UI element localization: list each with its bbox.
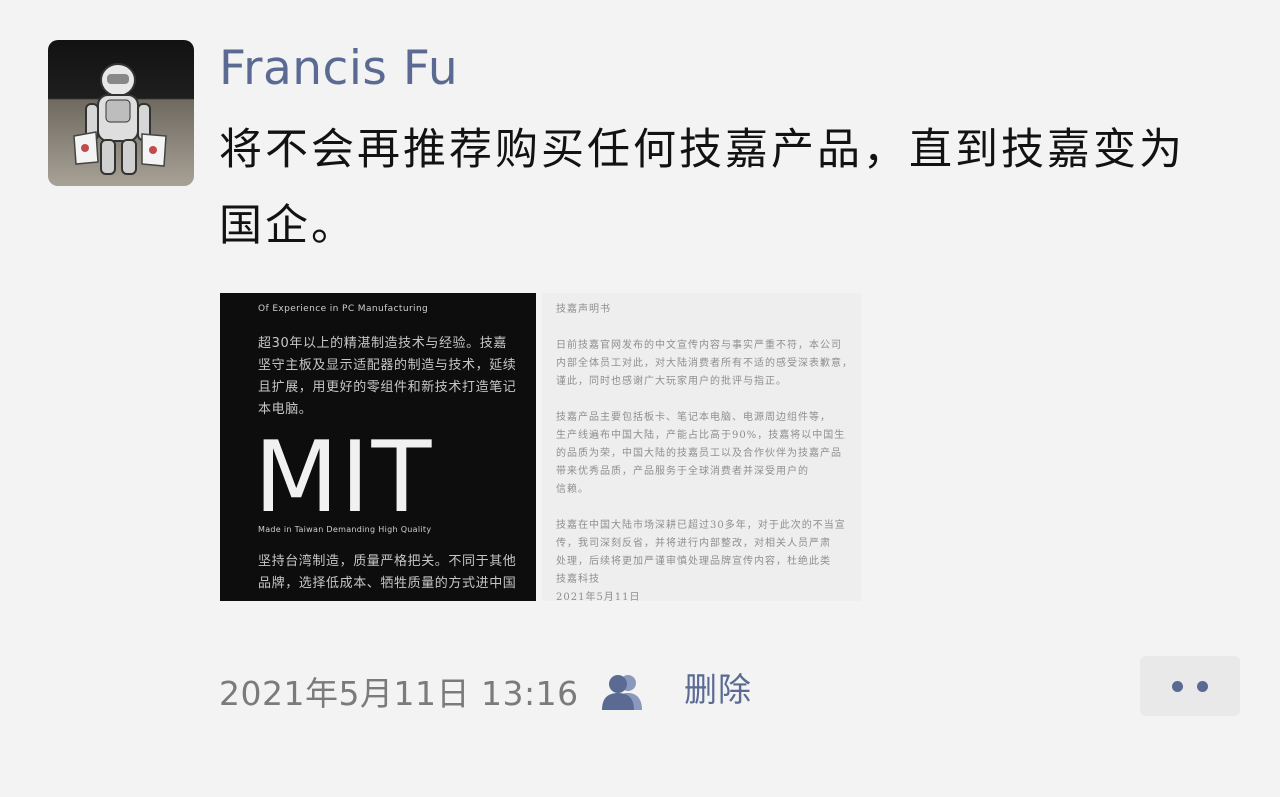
- post-image-mit[interactable]: Of Experience in PC Manufacturing 超30年以上…: [220, 293, 536, 601]
- statement-line: 的品质为荣，中国大陆的技嘉员工以及合作伙伴为技嘉产品: [556, 448, 842, 459]
- image-eyebrow-text: Of Experience in PC Manufacturing: [258, 304, 429, 314]
- more-dots-icon: [1172, 681, 1183, 692]
- statement-line: 信赖。: [556, 484, 589, 495]
- more-dots-icon: [1197, 681, 1208, 692]
- statement-line: 生产线遍布中国大陆，产能占比高于90%，技嘉将以中国生产: [556, 430, 846, 441]
- post-timestamp: 2021年5月11日 13:16: [219, 674, 579, 713]
- statement-line: 处理，后续将更加严谨审慎处理品牌宣传内容，杜绝此类: [556, 556, 831, 567]
- statement-line: 带来优秀品质，产品服务于全球消费者并深受用户的: [556, 466, 809, 477]
- statement-line: 传，我司深刻反省，并将进行内部整改，对相关人员严肃: [556, 538, 831, 549]
- statement-line: 技嘉科技: [556, 574, 600, 585]
- statement-line: 日前技嘉官网发布的中文宣传内容与事实严重不符，本公司: [556, 340, 842, 351]
- astronaut-icon: [73, 63, 167, 175]
- post-text: 将不会再推荐购买任何技嘉产品，直到技嘉变为国企。: [219, 125, 1185, 251]
- image-headline-sub: Made in Taiwan Demanding High Quality: [258, 525, 432, 534]
- image-headline: MIT: [254, 421, 434, 535]
- statement-line: 技嘉声明书: [556, 304, 611, 315]
- people-icon[interactable]: [598, 672, 648, 712]
- statement-line: 内部全体员工对此，对大陆消费者所有不适的感受深表歉意，: [556, 358, 846, 369]
- author-name[interactable]: Francis Fu: [219, 39, 458, 99]
- avatar[interactable]: [48, 40, 194, 186]
- statement-line: 谨此，同时也感谢广大玩家用户的批评与指正。: [556, 376, 787, 387]
- delete-link[interactable]: 删除: [684, 668, 752, 712]
- image-paragraph-top: 超30年以上的精湛制造技术与经验。技嘉坚守主板及显示适配器的制造与技术，延续且扩…: [258, 336, 517, 417]
- post-image-statement[interactable]: 技嘉声明书 日前技嘉官网发布的中文宣传内容与事实严重不符，本公司 内部全体员工对…: [542, 293, 861, 601]
- statement-line: 2021年5月11日: [556, 592, 641, 601]
- statement-line: 技嘉在中国大陆市场深耕已超过30多年，对于此次的不当宣: [556, 520, 846, 531]
- statement-line: 技嘉产品主要包括板卡、笔记本电脑、电源周边组件等，: [556, 412, 831, 423]
- more-button[interactable]: [1140, 656, 1240, 716]
- image-paragraph-bottom: 坚持台湾制造，质量严格把关。不同于其他品牌，选择低成本、牺牲质量的方式进中国: [258, 554, 517, 591]
